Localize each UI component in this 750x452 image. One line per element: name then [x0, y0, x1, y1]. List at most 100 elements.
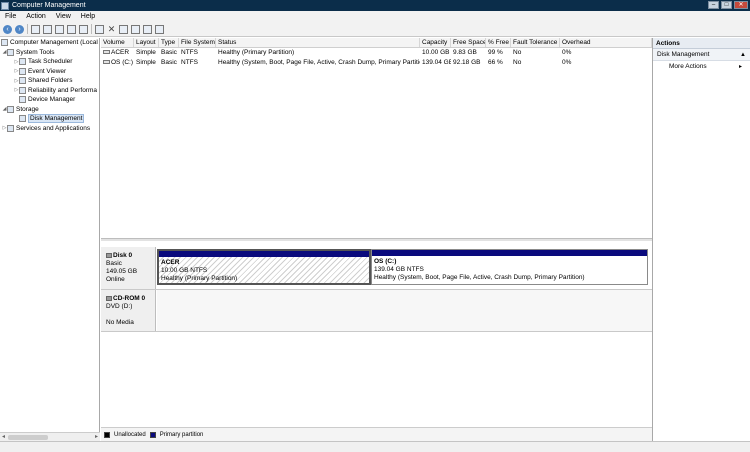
action-label: More Actions: [669, 63, 707, 70]
table-cell: Basic: [161, 49, 177, 56]
legend: Unallocated Primary partition: [101, 427, 652, 441]
table-cell: 0%: [562, 49, 572, 56]
tree-item-device-manager[interactable]: Device Manager: [0, 95, 99, 105]
column-header-fault-tolerance[interactable]: Fault Tolerance: [511, 38, 560, 47]
disk-size: 149.05 GB: [106, 268, 138, 275]
event-viewer-icon: [19, 67, 26, 75]
partition-color-bar: [159, 251, 369, 257]
disk-0-row: Disk 0 Basic 149.05 GB Online ACER 10.00…: [101, 247, 652, 290]
column-header-file-system[interactable]: File System: [179, 38, 216, 47]
show-hide-action-pane-icon[interactable]: [79, 24, 88, 34]
table-row[interactable]: OS (C:) Simple Basic NTFS Healthy (Syste…: [101, 58, 652, 68]
cd-rom-icon: [106, 295, 112, 301]
table-cell: Simple: [136, 49, 156, 56]
scrollbar-thumb[interactable]: [8, 435, 48, 440]
disk-name: Disk 0: [113, 252, 133, 259]
tree-item-shared-folders[interactable]: ▷ Shared Folders: [0, 76, 99, 86]
scroll-left-icon[interactable]: ◂: [2, 433, 5, 440]
check-icon[interactable]: [95, 24, 104, 34]
export-icon[interactable]: [119, 24, 128, 34]
storage-icon: [7, 105, 14, 113]
delete-icon[interactable]: ✕: [107, 24, 116, 34]
computer-management-icon: [1, 1, 9, 10]
partition-acer[interactable]: ACER 10.00 GB NTFS Healthy (Primary Part…: [157, 249, 371, 285]
table-cell: No: [513, 49, 522, 56]
column-header-percent-free[interactable]: % Free: [486, 38, 511, 47]
status-bar: [0, 441, 750, 452]
column-header-free-space[interactable]: Free Space: [451, 38, 486, 47]
tree-item-reliability[interactable]: ▷ Reliability and Performa: [0, 86, 99, 96]
refresh-icon[interactable]: [155, 24, 164, 34]
legend-label-unallocated: Unallocated: [114, 431, 146, 438]
drive-icon: [103, 59, 110, 64]
actions-section-disk-management[interactable]: Disk Management ▲: [653, 49, 750, 61]
column-header-type[interactable]: Type: [159, 38, 179, 47]
cdrom-0-row: CD-ROM 0 DVD (D:) No Media: [101, 290, 652, 332]
table-cell: 66 %: [488, 58, 503, 66]
shared-folder-icon: [19, 77, 26, 85]
tree-item-event-viewer[interactable]: ▷ Event Viewer: [0, 67, 99, 77]
legend-swatch-primary: [149, 431, 156, 438]
table-row[interactable]: ACER Simple Basic NTFS Healthy (Primary …: [101, 48, 652, 58]
column-header-status[interactable]: Status: [216, 38, 420, 47]
menu-file[interactable]: File: [0, 13, 21, 20]
properties-icon[interactable]: [55, 24, 64, 34]
legend-swatch-unallocated: [104, 431, 110, 438]
tree-item-storage[interactable]: ◢ Storage: [0, 105, 99, 115]
tree-item-task-scheduler[interactable]: ▷ Task Scheduler: [0, 57, 99, 67]
help-icon[interactable]: [67, 24, 76, 34]
column-header-overhead[interactable]: Overhead: [560, 38, 652, 47]
partition-os-c[interactable]: OS (C:) 139.04 GB NTFS Healthy (System, …: [371, 249, 648, 285]
partition-status: Healthy (Primary Partition): [161, 275, 238, 282]
search-icon[interactable]: [143, 24, 152, 34]
menu-bar: File Action View Help: [0, 11, 750, 22]
tree-item-computer-management[interactable]: Computer Management (Local: [0, 38, 99, 48]
partition-name: ACER: [161, 259, 180, 266]
actions-section-label: Disk Management: [657, 51, 710, 58]
column-header-layout[interactable]: Layout: [134, 38, 159, 47]
close-button[interactable]: ✕: [734, 1, 748, 9]
submenu-arrow-icon: ▸: [738, 64, 742, 70]
maximize-button[interactable]: □: [721, 1, 732, 9]
new-window-icon[interactable]: [131, 24, 140, 34]
tree-item-services-and-applications[interactable]: ▷ Services and Applications: [0, 124, 99, 134]
column-header-capacity[interactable]: Capacity: [420, 38, 451, 47]
tree-item-disk-management[interactable]: Disk Management: [0, 114, 99, 124]
services-icon: [7, 124, 14, 132]
device-manager-icon: [19, 96, 26, 104]
volume-list-header: Volume Layout Type File System Status Ca…: [101, 38, 652, 48]
up-folder-icon[interactable]: [31, 24, 40, 34]
back-icon[interactable]: ‹: [3, 24, 12, 34]
minimize-button[interactable]: –: [708, 1, 719, 9]
disk-0-info[interactable]: Disk 0 Basic 149.05 GB Online: [101, 247, 156, 289]
column-header-volume[interactable]: Volume: [101, 38, 134, 47]
show-hide-tree-icon[interactable]: [43, 24, 52, 34]
title-bar: Computer Management – □ ✕: [0, 0, 750, 11]
collapse-caret-icon[interactable]: ▲: [740, 49, 746, 61]
table-cell: 10.00 GB: [422, 49, 450, 56]
table-cell: NTFS: [181, 58, 198, 66]
disk-type: Basic: [106, 260, 122, 267]
disk-management-pane: Volume Layout Type File System Status Ca…: [101, 38, 652, 441]
table-cell: 92.18 GB: [453, 58, 481, 66]
menu-help[interactable]: Help: [76, 13, 100, 20]
toolbar-separator: [91, 24, 92, 34]
cdrom-empty-area[interactable]: [157, 290, 652, 331]
computer-icon: [1, 39, 8, 47]
partition-status: Healthy (System, Boot, Page File, Active…: [374, 274, 585, 281]
table-cell: 139.04 GB: [422, 58, 451, 66]
menu-view[interactable]: View: [51, 13, 76, 20]
partition-color-bar: [372, 250, 647, 256]
table-cell: 0%: [562, 58, 572, 66]
table-cell: OS (C:): [111, 58, 134, 66]
table-cell: Healthy (Primary Partition): [218, 49, 295, 56]
menu-action[interactable]: Action: [21, 13, 50, 20]
scroll-right-icon[interactable]: ▸: [95, 433, 98, 440]
table-cell: 99 %: [488, 49, 503, 56]
window-controls: – □ ✕: [708, 1, 748, 9]
cdrom-0-info[interactable]: CD-ROM 0 DVD (D:) No Media: [101, 290, 156, 331]
tree-horizontal-scrollbar[interactable]: ◂ ▸: [0, 432, 100, 441]
action-more-actions[interactable]: More Actions ▸: [653, 61, 750, 73]
tree-item-system-tools[interactable]: ◢ System Tools: [0, 48, 99, 58]
forward-icon[interactable]: ›: [15, 24, 24, 34]
